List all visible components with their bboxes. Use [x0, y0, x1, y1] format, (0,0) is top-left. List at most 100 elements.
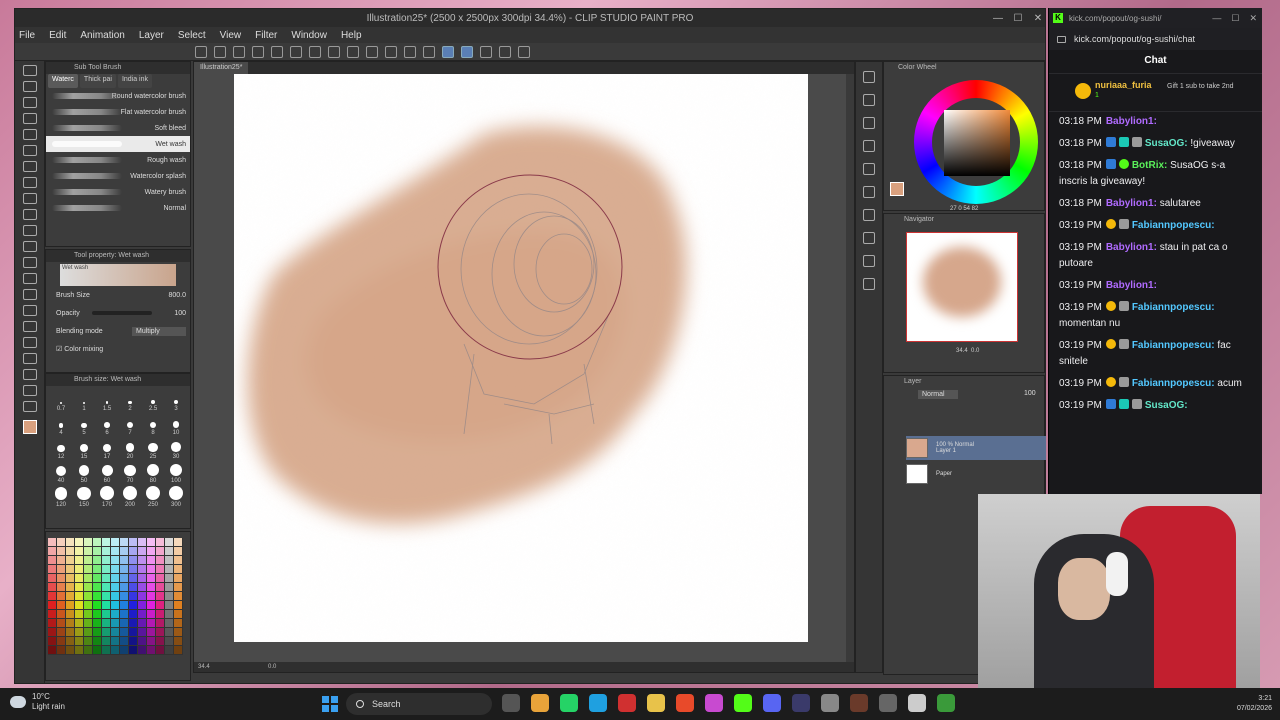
- color-swatch[interactable]: [57, 556, 66, 565]
- task-view-icon[interactable]: [502, 694, 520, 712]
- color-swatch[interactable]: [111, 538, 120, 547]
- color-swatch[interactable]: [174, 538, 183, 547]
- color-swatch[interactable]: [120, 565, 129, 574]
- color-swatch[interactable]: [84, 583, 93, 592]
- color-swatch[interactable]: [93, 628, 102, 637]
- ruler-snap-icon[interactable]: [461, 45, 473, 58]
- chat-message[interactable]: 03:18 PM Babylion1: salutaree: [1059, 196, 1252, 212]
- color-swatch[interactable]: [75, 646, 84, 655]
- ruler-tool-icon[interactable]: [22, 353, 37, 364]
- brush-item[interactable]: Soft bleed: [46, 120, 190, 136]
- eraser-tool-icon[interactable]: [22, 257, 37, 268]
- color-swatch[interactable]: [48, 556, 57, 565]
- color-swatch[interactable]: [66, 574, 75, 583]
- main-color-swatch[interactable]: [22, 420, 37, 434]
- color-swatch[interactable]: [129, 574, 138, 583]
- message-username[interactable]: SusaOG:: [1145, 138, 1188, 149]
- brush-item[interactable]: Watery brush: [46, 184, 190, 200]
- color-swatch[interactable]: [48, 538, 57, 547]
- color-swatch[interactable]: [138, 628, 147, 637]
- color-swatch[interactable]: [174, 628, 183, 637]
- color-swatch[interactable]: [147, 628, 156, 637]
- color-swatch[interactable]: [138, 547, 147, 556]
- chat-message[interactable]: 03:19 PM Fabiannpopescu: acum: [1059, 376, 1252, 392]
- color-swatch[interactable]: [174, 583, 183, 592]
- color-swatch[interactable]: [111, 601, 120, 610]
- menu-file[interactable]: File: [19, 30, 35, 41]
- kick-icon[interactable]: [734, 694, 752, 712]
- color-mixing-row[interactable]: ☑ Color mixing: [46, 340, 190, 358]
- menu-filter[interactable]: Filter: [255, 30, 277, 41]
- color-swatch[interactable]: [66, 556, 75, 565]
- color-swatch[interactable]: [93, 619, 102, 628]
- decoration-tool-icon[interactable]: [22, 241, 37, 252]
- menu-window[interactable]: Window: [291, 30, 327, 41]
- brush-size-cell[interactable]: 40: [50, 460, 72, 484]
- brush-size-cell[interactable]: 6: [96, 412, 118, 436]
- color-swatch[interactable]: [147, 592, 156, 601]
- pen-app-icon[interactable]: [937, 694, 955, 712]
- canvas-paper[interactable]: [234, 74, 808, 642]
- color-swatch[interactable]: [138, 565, 147, 574]
- windows-start-icon[interactable]: [322, 696, 338, 712]
- color-swatch[interactable]: [120, 637, 129, 646]
- color-swatch[interactable]: [165, 637, 174, 646]
- tab-watercolor[interactable]: Waterc: [48, 74, 78, 88]
- color-swatch[interactable]: [138, 583, 147, 592]
- color-swatch[interactable]: [138, 619, 147, 628]
- tab-india-ink[interactable]: India ink: [117, 74, 153, 88]
- subview-icon[interactable]: [863, 232, 875, 244]
- color-swatch[interactable]: [57, 592, 66, 601]
- chat-message[interactable]: 03:19 PM Fabiannpopescu:: [1059, 218, 1252, 234]
- color-swatch[interactable]: [102, 646, 111, 655]
- menu-select[interactable]: Select: [178, 30, 206, 41]
- color-swatch[interactable]: [75, 547, 84, 556]
- search-icon[interactable]: [863, 71, 875, 83]
- brush-size-cell[interactable]: 2: [119, 388, 141, 412]
- color-swatch[interactable]: [84, 547, 93, 556]
- color-swatch[interactable]: [66, 619, 75, 628]
- color-swatch[interactable]: [102, 637, 111, 646]
- canvas-scrollbar[interactable]: [846, 74, 854, 662]
- color-swatch[interactable]: [57, 574, 66, 583]
- navigator-zoom[interactable]: 34.4 0.0: [956, 348, 979, 354]
- color-swatch[interactable]: [165, 538, 174, 547]
- color-swatch[interactable]: [93, 610, 102, 619]
- color-swatch[interactable]: [111, 637, 120, 646]
- operation-tool-icon[interactable]: [22, 97, 37, 108]
- animation-icon[interactable]: [863, 209, 875, 221]
- browser-tab[interactable]: K kick.com/popout/og-sushi/ — ☐ ✕: [1049, 8, 1262, 28]
- brush-size-cell[interactable]: 170: [96, 484, 118, 508]
- menu-animation[interactable]: Animation: [80, 30, 124, 41]
- color-swatch[interactable]: [156, 628, 165, 637]
- color-swatch[interactable]: [102, 619, 111, 628]
- opacity-row[interactable]: Opacity 100: [46, 304, 190, 322]
- brush-size-cell[interactable]: 60: [96, 460, 118, 484]
- layer-opacity[interactable]: 100: [1024, 390, 1036, 397]
- brush-size-cell[interactable]: 1: [73, 388, 95, 412]
- color-swatch[interactable]: [48, 610, 57, 619]
- brush-tool-icon[interactable]: [22, 209, 37, 220]
- color-swatch[interactable]: [75, 565, 84, 574]
- brush-size-cell[interactable]: 7: [119, 412, 141, 436]
- color-swatch[interactable]: [147, 565, 156, 574]
- color-swatch[interactable]: [75, 619, 84, 628]
- hand-tool-icon[interactable]: [22, 81, 37, 92]
- brush-size-cell[interactable]: 17: [96, 436, 118, 460]
- selection-icon[interactable]: [423, 45, 435, 58]
- color-swatch[interactable]: [174, 547, 183, 556]
- color-swatch[interactable]: [156, 565, 165, 574]
- color-swatch[interactable]: [66, 538, 75, 547]
- color-swatch[interactable]: [138, 574, 147, 583]
- brush-size-cell[interactable]: 200: [119, 484, 141, 508]
- tools-app-icon[interactable]: [879, 694, 897, 712]
- correct-line-tool-icon[interactable]: [22, 401, 37, 412]
- color-swatch[interactable]: [48, 637, 57, 646]
- color-swatch[interactable]: [120, 574, 129, 583]
- message-username[interactable]: Fabiannpopescu:: [1132, 340, 1215, 351]
- color-swatch[interactable]: [66, 592, 75, 601]
- status-zoom[interactable]: 34.4: [198, 664, 210, 670]
- color-swatch[interactable]: [66, 547, 75, 556]
- color-swatch[interactable]: [84, 601, 93, 610]
- color-swatch[interactable]: [111, 610, 120, 619]
